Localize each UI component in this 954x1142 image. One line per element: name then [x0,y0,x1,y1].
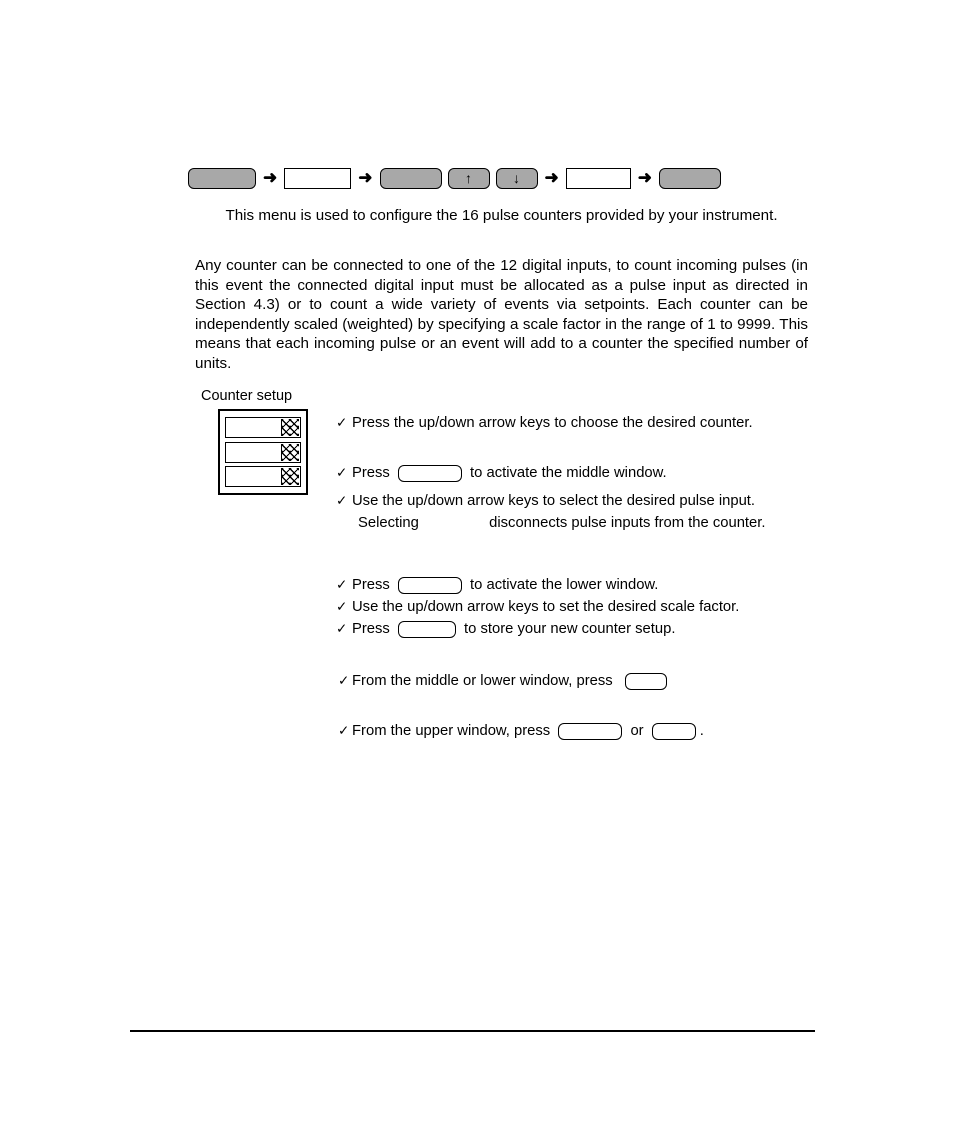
upper-window-key-2[interactable] [651,723,696,740]
lower-window [225,465,301,487]
store-counter-setup-key[interactable] [397,621,456,638]
counter-setup-diagram [218,409,308,495]
value-key[interactable] [565,168,631,189]
upper-window [225,417,301,439]
intro-paragraph: This menu is used to configure the 16 pu… [225,207,778,224]
up-arrow-icon: ↑ [465,169,472,186]
bullet-from-upper-window: ✓ From the upper window, press or . [338,720,816,742]
zigzag-hatch-icon [281,467,299,485]
up-arrow-key[interactable]: ↑ [447,168,490,189]
bullet-text: to activate the lower window. [465,577,659,593]
function-key[interactable] [379,168,442,189]
bullet-text: disconnects pulse inputs from the counte… [489,515,766,531]
bullet-select-pulse-input: ✓ Use the up/down arrow keys to select t… [336,490,816,512]
counter-setup-label: Counter setup [201,388,293,404]
bullet-text: Press [352,577,394,593]
bullet-text: Press the up/down arrow keys to choose t… [352,415,753,431]
upper-window-key-1[interactable] [558,723,623,740]
detail-paragraph: Any counter can be connected to one of t… [195,257,808,372]
down-arrow-key[interactable]: ↓ [495,168,538,189]
bullet-from-middle-or-lower: ✓ From the middle or lower window, press [338,670,816,692]
activate-lower-window-key[interactable] [397,577,462,594]
instruction-list: ✓ Press the up/down arrow keys to choose… [336,412,816,742]
down-arrow-icon: ↓ [513,169,520,186]
bullet-text: Selecting [358,515,419,531]
enter-key[interactable] [659,168,721,189]
bullet-text: Press [352,621,394,637]
bullet-choose-counter: ✓ Press the up/down arrow keys to choose… [336,412,816,434]
bullet-text: Press [352,465,394,481]
check-icon: ✓ [336,599,348,614]
bullet-text: or [626,723,648,739]
bullet-store-counter-setup: ✓ Press to store your new counter setup. [336,618,816,640]
zigzag-hatch-icon [281,443,299,461]
display-key[interactable] [284,168,352,189]
bullet-text: to activate the middle window. [465,465,667,481]
bullet-text: Use the up/down arrow keys to select the… [352,493,756,509]
bullet-activate-middle-window: ✓ Press to activate the middle window. [336,462,816,484]
zigzag-hatch-icon [281,419,299,437]
right-arrow-icon: ➜ [544,168,559,187]
footer-divider [130,1030,815,1032]
exit-window-key[interactable] [624,673,667,690]
check-icon: ✓ [336,465,348,480]
right-arrow-icon: ➜ [637,168,652,187]
right-arrow-icon: ➜ [358,168,373,187]
bullet-text: Use the up/down arrow keys to set the de… [352,599,740,615]
menu-key[interactable] [188,168,256,189]
check-icon: ✓ [336,415,348,430]
bullet-activate-lower-window: ✓ Press to activate the lower window. [336,574,816,596]
bullet-text: . [699,723,704,739]
check-icon: ✓ [336,577,348,592]
middle-window [225,441,301,463]
bullet-set-scale-factor: ✓ Use the up/down arrow keys to set the … [336,596,816,618]
check-icon: ✓ [338,723,350,738]
bullet-text: From the upper window, press [352,723,555,739]
activate-middle-window-key[interactable] [397,465,462,482]
check-icon: ✓ [336,493,348,508]
missing-key-image [423,512,485,527]
key-sequence-strip: ➜ ➜ ↑ ↓ ➜ ➜ [188,168,721,189]
check-icon: ✓ [338,673,350,688]
bullet-text: to store your new counter setup. [459,621,676,637]
right-arrow-icon: ➜ [263,168,278,187]
check-icon: ✓ [336,621,348,636]
bullet-selecting-disconnects: Selecting disconnects pulse inputs from … [336,512,816,534]
bullet-text: From the middle or lower window, press [352,673,617,689]
